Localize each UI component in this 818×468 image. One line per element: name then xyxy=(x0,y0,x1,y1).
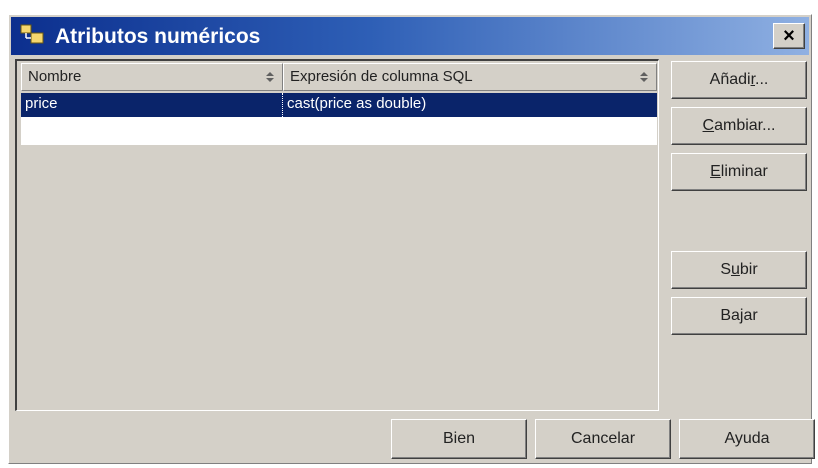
column-header-nombre[interactable]: Nombre xyxy=(21,63,283,91)
close-button[interactable]: × xyxy=(773,23,805,49)
column-header-expresion[interactable]: Expresión de columna SQL xyxy=(283,63,657,91)
move-down-button[interactable]: Bajar xyxy=(671,297,807,335)
sort-icon xyxy=(640,72,648,82)
delete-button[interactable]: Eliminar xyxy=(671,153,807,191)
table-row[interactable]: price cast(price as double) xyxy=(21,93,657,117)
help-button[interactable]: Ayuda xyxy=(679,419,815,459)
add-button[interactable]: Añadir... xyxy=(671,61,807,99)
title-bar[interactable]: Atributos numéricos × xyxy=(11,17,809,55)
cell-expresion: cast(price as double) xyxy=(287,95,427,112)
change-button[interactable]: Cambiar... xyxy=(671,107,807,145)
sort-icon xyxy=(266,72,274,82)
ok-button[interactable]: Bien xyxy=(391,419,527,459)
numeric-attributes-dialog: Atributos numéricos × Nombre Expresión d… xyxy=(8,14,815,464)
empty-row[interactable] xyxy=(21,117,657,145)
app-icon xyxy=(20,24,44,44)
table-body: price cast(price as double) xyxy=(21,93,657,145)
table-header: Nombre Expresión de columna SQL xyxy=(21,63,657,91)
move-up-button[interactable]: Subir xyxy=(671,251,807,289)
close-icon: × xyxy=(783,25,795,47)
dialog-title: Atributos numéricos xyxy=(55,25,261,48)
cancel-button[interactable]: Cancelar xyxy=(535,419,671,459)
cell-nombre: price xyxy=(21,93,283,117)
attributes-table: Nombre Expresión de columna SQL price ca… xyxy=(15,59,659,411)
